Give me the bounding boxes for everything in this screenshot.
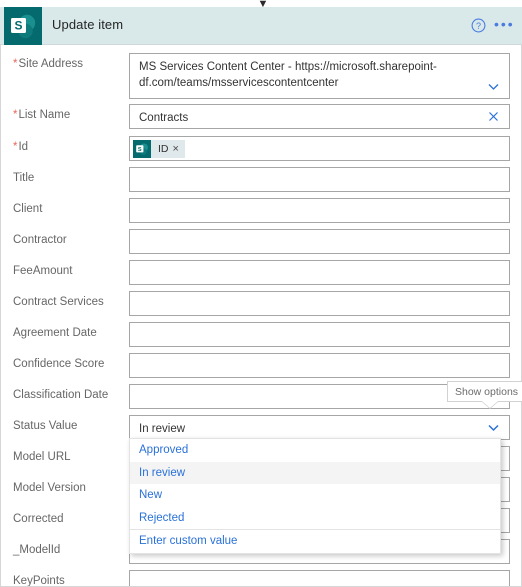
update-item-card: ▼ S Update item ? ••• *Site Address MS S… bbox=[0, 0, 522, 587]
list-name-value: Contracts bbox=[139, 112, 189, 124]
field-label-confidence-score: Confidence Score bbox=[13, 358, 105, 370]
close-icon[interactable] bbox=[486, 109, 501, 124]
field-row-keypoints: KeyPoints bbox=[1, 568, 521, 587]
id-token[interactable]: S ID × bbox=[133, 140, 185, 158]
svg-text:?: ? bbox=[476, 21, 481, 31]
field-label-corrected: Corrected bbox=[13, 513, 64, 525]
required-marker: * bbox=[13, 109, 18, 121]
field-row-contract-services: Contract Services bbox=[1, 289, 521, 319]
field-label-status-value: Status Value bbox=[13, 420, 78, 432]
status-value-dropdown: Approved In review New Rejected Enter cu… bbox=[129, 438, 501, 554]
field-row-client: Client bbox=[1, 196, 521, 226]
agreement-date-input[interactable] bbox=[129, 322, 510, 347]
field-label-id: *Id bbox=[13, 141, 29, 153]
site-address-value: MS Services Content Center - https://mic… bbox=[139, 61, 437, 89]
field-row-classification-date: Classification Date bbox=[1, 382, 521, 412]
card-title: Update item bbox=[52, 17, 124, 32]
field-row-list-name: *List Name Contracts bbox=[1, 102, 521, 132]
svg-text:S: S bbox=[138, 147, 142, 153]
field-label-contractor: Contractor bbox=[13, 234, 67, 246]
keypoints-input[interactable] bbox=[129, 570, 510, 586]
field-row-confidence-score: Confidence Score bbox=[1, 351, 521, 381]
field-label-feeamount: FeeAmount bbox=[13, 265, 73, 277]
field-label-list-name: *List Name bbox=[13, 109, 71, 121]
feeamount-input[interactable] bbox=[129, 260, 510, 285]
tooltip-label: Show options bbox=[455, 386, 519, 398]
chevron-down-icon[interactable] bbox=[486, 79, 501, 94]
dropdown-item-new[interactable]: New bbox=[130, 484, 500, 507]
dropdown-item-approved[interactable]: Approved bbox=[130, 439, 500, 462]
field-row-contractor: Contractor bbox=[1, 227, 521, 257]
field-row-agreement-date: Agreement Date bbox=[1, 320, 521, 350]
sharepoint-icon: S bbox=[133, 140, 151, 158]
field-label-agreement-date: Agreement Date bbox=[13, 327, 97, 339]
required-marker: * bbox=[13, 58, 18, 70]
id-token-label: ID bbox=[158, 143, 169, 155]
dropdown-item-enter-custom-value[interactable]: Enter custom value bbox=[130, 530, 500, 553]
site-address-input[interactable]: MS Services Content Center - https://mic… bbox=[129, 53, 510, 99]
title-input[interactable] bbox=[129, 167, 510, 192]
client-input[interactable] bbox=[129, 198, 510, 223]
show-options-tooltip: Show options bbox=[447, 381, 522, 402]
ellipsis-icon[interactable]: ••• bbox=[494, 17, 514, 33]
field-label-modelid: _ModelId bbox=[13, 544, 61, 556]
field-label-model-version: Model Version bbox=[13, 482, 86, 494]
field-label-title: Title bbox=[13, 172, 35, 184]
field-label-model-url: Model URL bbox=[13, 451, 71, 463]
help-circle-icon[interactable]: ? bbox=[471, 18, 486, 33]
dropdown-item-in-review[interactable]: In review bbox=[130, 461, 500, 484]
contractor-input[interactable] bbox=[129, 229, 510, 254]
dropdown-item-rejected[interactable]: Rejected bbox=[130, 507, 500, 530]
field-label-classification-date: Classification Date bbox=[13, 389, 109, 401]
card-top-strip: ▼ bbox=[0, 0, 522, 10]
contract-services-input[interactable] bbox=[129, 291, 510, 316]
chevron-down-icon[interactable] bbox=[486, 420, 501, 435]
card-header: S Update item ? ••• bbox=[0, 7, 522, 45]
confidence-score-input[interactable] bbox=[129, 353, 510, 378]
sharepoint-icon: S bbox=[4, 7, 42, 45]
field-label-site-address: *Site Address bbox=[13, 58, 84, 70]
field-row-title: Title bbox=[1, 165, 521, 195]
field-label-client: Client bbox=[13, 203, 43, 215]
status-value-combobox[interactable]: In review bbox=[129, 415, 510, 440]
id-input[interactable]: S ID × bbox=[129, 136, 510, 161]
field-row-feeamount: FeeAmount bbox=[1, 258, 521, 288]
close-icon[interactable]: × bbox=[173, 143, 185, 155]
field-label-contract-services: Contract Services bbox=[13, 296, 104, 308]
status-value-selected: In review bbox=[139, 423, 186, 435]
field-row-id: *Id S ID × bbox=[1, 134, 521, 164]
svg-text:S: S bbox=[14, 18, 22, 32]
required-marker: * bbox=[13, 141, 18, 153]
field-row-site-address: *Site Address MS Services Content Center… bbox=[1, 51, 521, 103]
field-label-keypoints: KeyPoints bbox=[13, 575, 65, 587]
list-name-input[interactable]: Contracts bbox=[129, 104, 510, 129]
tooltip-arrow bbox=[482, 401, 498, 408]
